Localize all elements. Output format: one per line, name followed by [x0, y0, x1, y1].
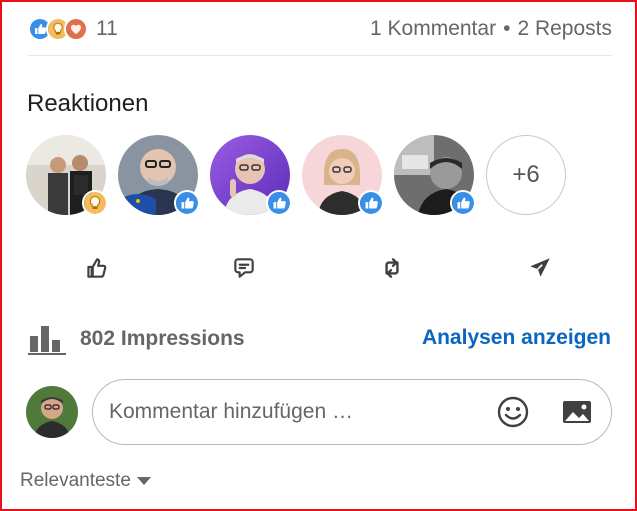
- my-avatar: [26, 386, 78, 438]
- image-button[interactable]: [559, 394, 595, 430]
- send-icon: [530, 258, 550, 277]
- comment-box: [92, 379, 612, 445]
- impressions-row: 802 Impressions: [28, 322, 245, 356]
- social-counts-bar: 11 1 Kommentar • 2 Reposts: [28, 14, 612, 44]
- like-icon: [174, 190, 200, 216]
- emoji-button[interactable]: [495, 394, 531, 430]
- emoji-icon: [497, 396, 529, 428]
- reactor-avatar-1[interactable]: [26, 135, 108, 216]
- engagement-counts: 1 Kommentar • 2 Reposts: [370, 17, 612, 41]
- view-analytics-link[interactable]: Analysen anzeigen: [422, 326, 611, 350]
- caret-down-icon: [136, 477, 151, 485]
- image-icon: [563, 401, 591, 423]
- send-button[interactable]: [492, 250, 588, 286]
- reposts-count-link[interactable]: 2 Reposts: [517, 17, 612, 41]
- divider: [28, 55, 612, 56]
- comment-composer: [26, 378, 612, 446]
- reactor-avatar-4[interactable]: [302, 135, 384, 216]
- reaction-count[interactable]: 11: [96, 17, 118, 41]
- reactor-avatar-2[interactable]: [118, 135, 200, 216]
- reactions-title: Reaktionen: [27, 90, 149, 117]
- comments-count-link[interactable]: 1 Kommentar: [370, 17, 496, 41]
- reactor-avatar-5[interactable]: [394, 135, 476, 216]
- insightful-icon: [82, 190, 108, 216]
- repost-icon: [385, 258, 399, 278]
- more-reactors-button[interactable]: +6: [486, 135, 566, 215]
- like-icon: [87, 258, 107, 278]
- reactor-avatars: +6: [26, 135, 566, 216]
- reaction-icons[interactable]: [28, 17, 88, 41]
- love-icon: [64, 17, 88, 41]
- separator-dot: •: [503, 17, 511, 40]
- like-icon: [358, 190, 384, 216]
- reactor-avatar-3[interactable]: [210, 135, 292, 216]
- action-bar: [48, 250, 588, 286]
- sort-dropdown[interactable]: Relevanteste: [20, 470, 151, 492]
- like-icon: [450, 190, 476, 216]
- like-button[interactable]: [48, 250, 144, 286]
- comment-button[interactable]: [196, 250, 292, 286]
- comment-input[interactable]: [109, 400, 467, 424]
- impressions-count: 802 Impressions: [80, 327, 245, 350]
- bar-chart-icon: [28, 326, 66, 355]
- comment-icon: [234, 258, 254, 278]
- repost-button[interactable]: [344, 250, 440, 286]
- like-icon: [266, 190, 292, 216]
- sort-label: Relevanteste: [20, 470, 131, 491]
